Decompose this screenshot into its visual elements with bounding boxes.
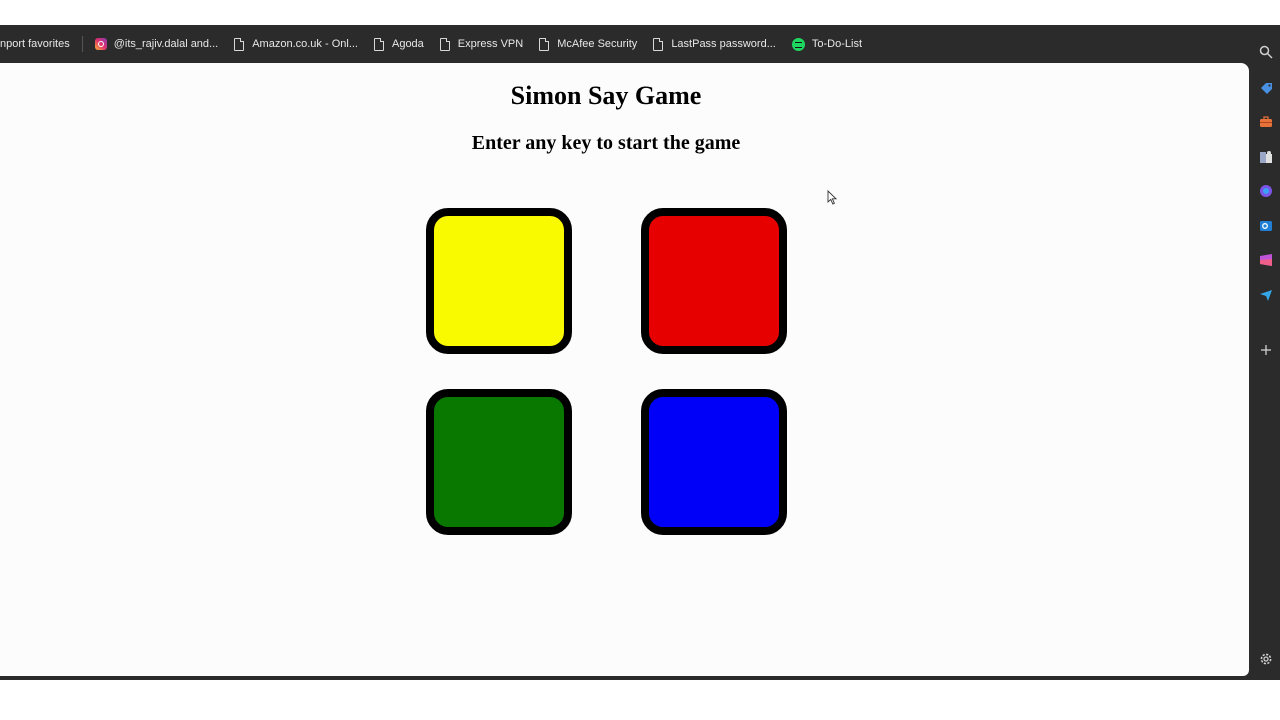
bookmark-label: To-Do-List bbox=[811, 38, 862, 50]
screen: nport favorites @its_rajiv.dalal and... … bbox=[0, 0, 1280, 720]
search-icon[interactable] bbox=[1259, 45, 1273, 59]
designer-icon[interactable] bbox=[1259, 253, 1273, 267]
bookmark-to-do-list[interactable]: To-Do-List bbox=[784, 31, 870, 57]
shopping-tag-icon[interactable] bbox=[1259, 81, 1273, 95]
outlook-icon[interactable] bbox=[1259, 219, 1273, 233]
document-icon bbox=[439, 37, 450, 51]
bookmark-label: Agoda bbox=[391, 38, 424, 50]
send-icon[interactable] bbox=[1259, 288, 1273, 302]
document-icon bbox=[234, 37, 245, 51]
green-pad[interactable] bbox=[426, 389, 572, 535]
bookmark-amazon[interactable]: Amazon.co.uk - Onl... bbox=[226, 31, 366, 57]
bookmark-label: McAfee Security bbox=[557, 38, 638, 50]
spotify-icon bbox=[791, 37, 805, 51]
bookmark-label: @its_rajiv.dalal and... bbox=[113, 38, 219, 50]
yellow-pad[interactable] bbox=[426, 208, 572, 354]
web-page: Simon Say Game Enter any key to start th… bbox=[0, 63, 1249, 676]
bookmark-instagram[interactable]: @its_rajiv.dalal and... bbox=[87, 31, 227, 57]
blue-pad[interactable] bbox=[641, 389, 787, 535]
bookmarks-separator bbox=[81, 36, 83, 52]
document-icon bbox=[539, 37, 550, 51]
bottom-margin bbox=[0, 680, 1280, 720]
bookmark-lastpass[interactable]: LastPass password... bbox=[645, 31, 784, 57]
chess-icon[interactable] bbox=[1259, 150, 1273, 164]
bookmark-agoda[interactable]: Agoda bbox=[366, 31, 432, 57]
edge-sidebar bbox=[1250, 25, 1280, 680]
game-instructions: Enter any key to start the game bbox=[471, 132, 741, 154]
bookmark-label: Express VPN bbox=[457, 38, 524, 50]
instagram-icon bbox=[94, 38, 107, 50]
toolbox-icon[interactable] bbox=[1259, 115, 1273, 129]
bookmark-mcafee[interactable]: McAfee Security bbox=[531, 31, 645, 57]
document-icon bbox=[653, 37, 664, 51]
bookmark-label: LastPass password... bbox=[671, 38, 776, 50]
copilot-icon[interactable] bbox=[1259, 184, 1273, 198]
red-pad[interactable] bbox=[641, 208, 787, 354]
bookmark-import-favorites[interactable]: nport favorites bbox=[0, 31, 78, 57]
document-icon bbox=[373, 37, 384, 51]
bookmark-label: nport favorites bbox=[0, 38, 70, 50]
page-title: Simon Say Game bbox=[510, 81, 702, 110]
bookmarks-bar: nport favorites @its_rajiv.dalal and... … bbox=[0, 25, 1250, 63]
bookmark-label: Amazon.co.uk - Onl... bbox=[252, 38, 358, 50]
bookmark-express-vpn[interactable]: Express VPN bbox=[432, 31, 531, 57]
settings-icon[interactable] bbox=[1259, 652, 1273, 666]
add-icon[interactable] bbox=[1259, 343, 1273, 357]
